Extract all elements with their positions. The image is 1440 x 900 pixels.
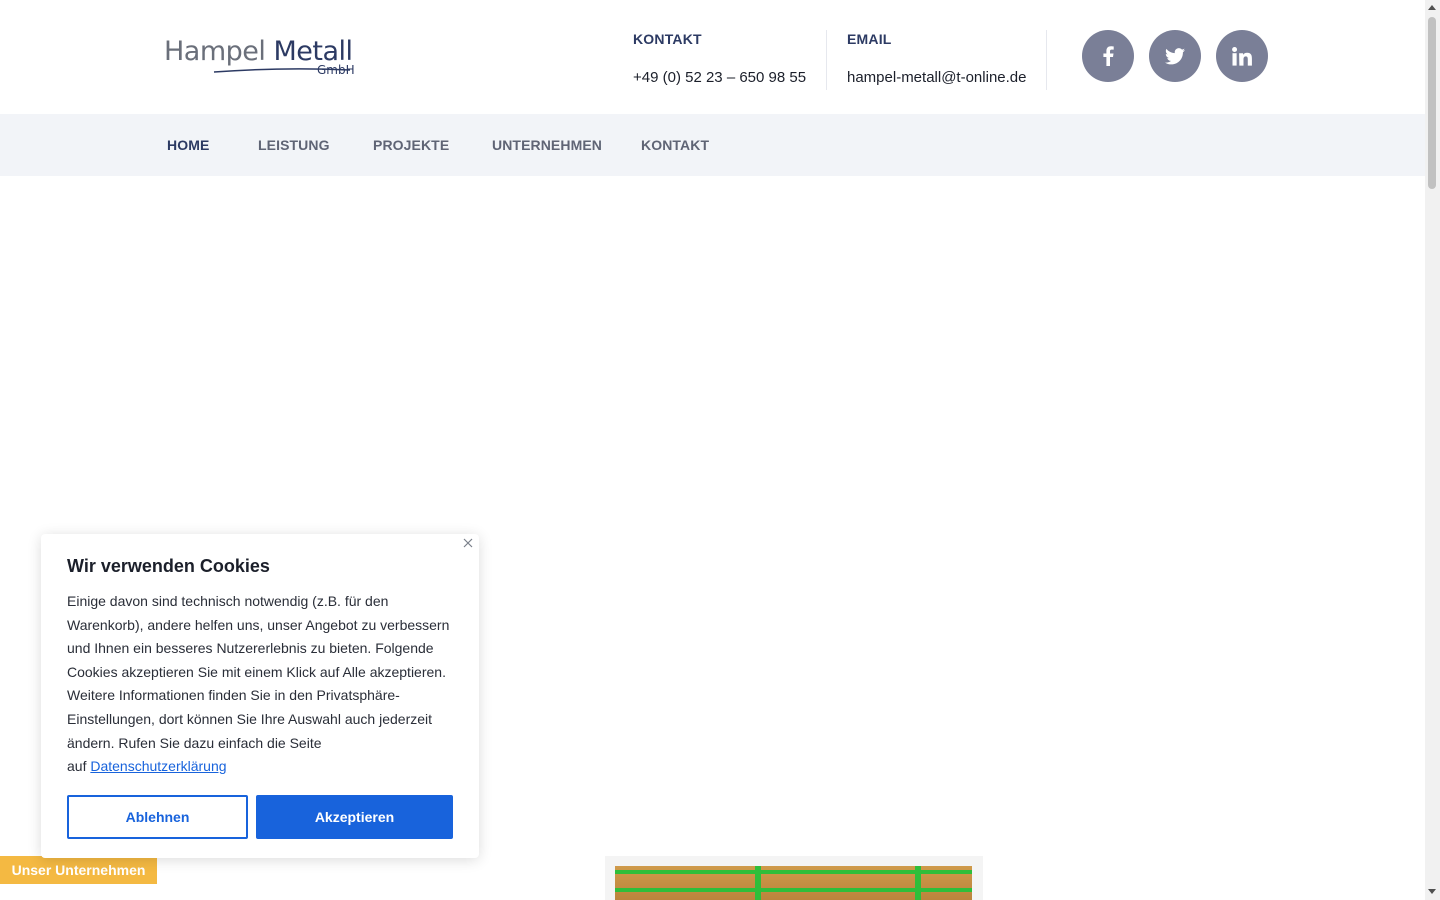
- header-phone: KONTAKT +49 (0) 52 23 – 650 98 55: [633, 31, 806, 86]
- linkedin-button[interactable]: [1216, 30, 1268, 82]
- nav-item-projekte[interactable]: PROJEKTE: [373, 137, 449, 153]
- accept-button[interactable]: Akzeptieren: [256, 795, 453, 839]
- facebook-button[interactable]: [1082, 30, 1134, 82]
- main-nav: HOME LEISTUNG PROJEKTE UNTERNEHMEN KONTA…: [0, 114, 1425, 176]
- logo-suffix: GmbH: [317, 63, 355, 77]
- nav-item-leistung[interactable]: LEISTUNG: [258, 137, 330, 153]
- top-header: Hampel Metall GmbH KONTAKT +49 (0) 52 23…: [0, 0, 1425, 114]
- cookie-link-prefix: auf: [67, 758, 87, 775]
- company-badge[interactable]: Unser Unternehmen: [0, 856, 157, 884]
- linkedin-icon: [1232, 46, 1252, 66]
- scrollbar-thumb[interactable]: [1428, 17, 1436, 189]
- scroll-up-arrow-icon[interactable]: [1428, 5, 1436, 10]
- header-divider: [826, 30, 827, 90]
- scroll-down-arrow-icon[interactable]: [1428, 889, 1436, 894]
- phone-label: KONTAKT: [633, 31, 702, 47]
- nav-item-unternehmen[interactable]: UNTERNEHMEN: [492, 137, 602, 153]
- project-image-card[interactable]: [605, 856, 983, 900]
- cookie-body-text: Einige davon sind technisch notwendig (z…: [67, 593, 450, 751]
- phone-number[interactable]: +49 (0) 52 23 – 650 98 55: [633, 69, 806, 86]
- logo-word-1: Hampel: [164, 36, 266, 67]
- header-email: EMAIL hampel-metall@t-online.de: [847, 31, 1026, 86]
- email-label: EMAIL: [847, 31, 892, 47]
- cookie-text: Einige davon sind technisch notwendig (z…: [67, 590, 457, 779]
- close-icon[interactable]: [461, 536, 475, 550]
- project-image: [615, 866, 972, 900]
- page: Hampel Metall GmbH KONTAKT +49 (0) 52 23…: [0, 0, 1440, 900]
- email-address[interactable]: hampel-metall@t-online.de: [847, 69, 1026, 86]
- twitter-icon: [1165, 47, 1185, 64]
- page-scrollbar[interactable]: [1425, 0, 1440, 900]
- cookie-dialog: Wir verwenden Cookies Einige davon sind …: [41, 534, 479, 858]
- image-post: [755, 866, 761, 900]
- facebook-icon: [1103, 46, 1114, 66]
- cookie-title: Wir verwenden Cookies: [67, 556, 270, 576]
- privacy-policy-link[interactable]: Datenschutzerklärung: [90, 758, 226, 774]
- twitter-button[interactable]: [1149, 30, 1201, 82]
- image-post: [915, 866, 921, 900]
- reject-button[interactable]: Ablehnen: [67, 795, 248, 839]
- nav-item-home[interactable]: HOME: [167, 137, 209, 153]
- header-divider: [1046, 30, 1047, 90]
- logo[interactable]: Hampel Metall GmbH: [164, 36, 356, 80]
- nav-item-kontakt[interactable]: KONTAKT: [641, 137, 709, 153]
